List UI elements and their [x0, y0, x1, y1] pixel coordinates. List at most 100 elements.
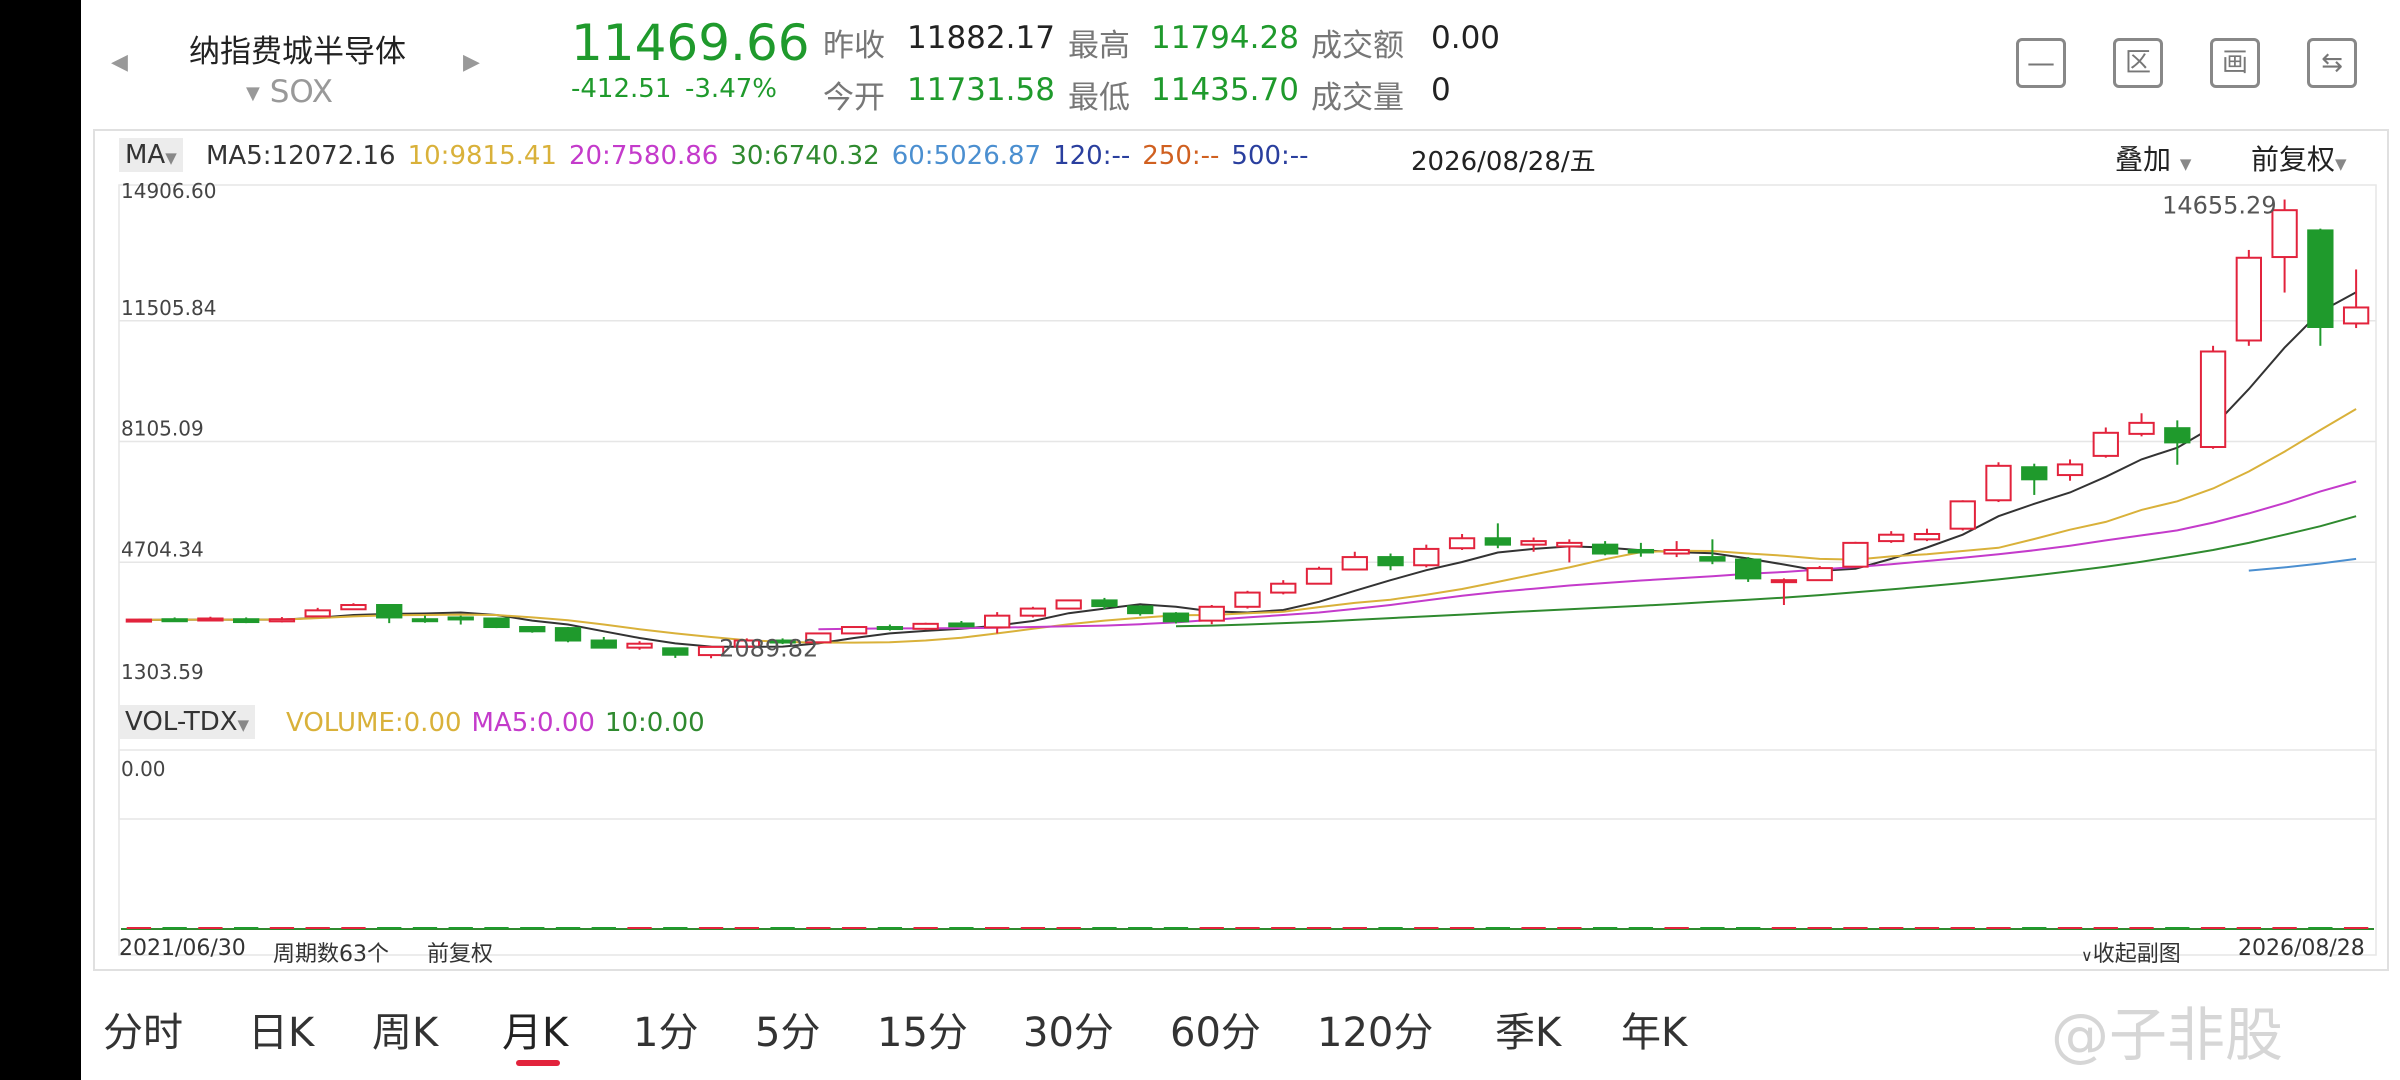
candle [1842, 541, 1869, 568]
price-axis-label: 4704.34 [121, 537, 204, 561]
candle [2164, 420, 2191, 465]
stock-code-selector[interactable]: ▼ SOX [246, 74, 333, 110]
draw-tool-icon[interactable]: 画 [2210, 38, 2260, 88]
tab-period[interactable]: 5分 [755, 1000, 820, 1058]
overlay-label: 叠加 [2115, 143, 2172, 176]
tab-period[interactable]: 15分 [877, 1000, 968, 1058]
current-price: 11469.66 [571, 14, 810, 72]
candle [1270, 580, 1297, 595]
ma-line-ma20 [818, 480, 2357, 631]
candle [876, 624, 904, 631]
stat-label-volume: 成交量 [1311, 80, 1404, 116]
volume-panel [118, 749, 2377, 956]
candle [340, 603, 367, 611]
tab-period[interactable]: 周K [372, 1000, 438, 1058]
candle [304, 607, 331, 618]
price-change-pct: -3.47% [685, 74, 777, 104]
candle [2056, 459, 2084, 481]
ma-legend-item: 120:-- [1053, 141, 1131, 171]
vol-indicator-select[interactable]: VOL-TDX▼ [119, 705, 256, 739]
period-count: 周期数63个 [273, 942, 389, 967]
candle [2128, 413, 2155, 437]
candle [2342, 269, 2370, 329]
active-tab-indicator [516, 1060, 560, 1066]
candle [411, 615, 439, 623]
candle [1055, 599, 1082, 610]
tab-period[interactable]: 年K [1621, 1000, 1687, 1058]
ma-legend-item: MA5:12072.16 [206, 141, 396, 171]
candle [483, 617, 510, 629]
stat-value-prev-close: 11882.17 [907, 20, 1055, 56]
stat-label-low: 最低 [1068, 80, 1130, 116]
candle [1878, 531, 1905, 543]
overlay-button[interactable]: 叠加 ▼ [2115, 138, 2191, 178]
tab-period[interactable]: 120分 [1317, 1000, 1433, 1058]
chart-end-date: 2026/08/28 [2238, 936, 2365, 961]
stat-value-turnover: 0.00 [1431, 20, 1501, 56]
candle [1663, 541, 1690, 558]
candle [2307, 228, 2334, 346]
rotate-screen-icon[interactable]: ⇆ [2307, 38, 2357, 88]
prev-stock-arrow-icon[interactable]: ◀ [111, 50, 128, 75]
chart-start-date: 2021/06/30 [119, 936, 246, 961]
high-annotation: 14655.29 [2162, 192, 2277, 220]
price-axis-label: 11505.84 [121, 296, 216, 320]
tab-period[interactable]: 月K [502, 1000, 568, 1058]
vol-legend-item: VOLUME:0.00 [286, 708, 462, 738]
ma-legend-item: 250:-- [1142, 141, 1220, 171]
adjust-label: 前复权 [2251, 143, 2336, 176]
adjust-button[interactable]: 前复权▼ [2251, 138, 2347, 178]
tab-period[interactable]: 分时 [103, 1000, 183, 1058]
vol-legend-item: 10:0.00 [604, 708, 705, 738]
stat-label-open: 今开 [823, 80, 885, 116]
candle [519, 626, 546, 633]
price-axis-label: 8105.09 [121, 417, 204, 441]
ma-indicator-select[interactable]: MA▼ [119, 138, 183, 172]
stat-value-high: 11794.28 [1151, 20, 1299, 56]
collapse-subchart-button[interactable]: ∨收起副图 [2081, 936, 2181, 968]
tab-period[interactable]: 1分 [633, 1000, 698, 1058]
candle [1949, 500, 1976, 531]
candle [233, 617, 260, 624]
candle [161, 617, 188, 623]
low-annotation: 2089.82 [719, 634, 818, 662]
current-date: 2026/08/28/五 [1411, 147, 1596, 177]
indicator-caret-icon: ▼ [165, 149, 177, 167]
price-change: -412.51 [571, 74, 672, 104]
candle [1019, 606, 1047, 618]
chart-adjust-label: 前复权 [427, 942, 494, 967]
next-stock-arrow-icon[interactable]: ▶ [463, 50, 480, 75]
candle [1127, 605, 1154, 616]
kline-chart[interactable]: 0.00 14906.60 11505.84 8105.09 4704.34 1303.… [81, 125, 2400, 975]
tab-period[interactable]: 季K [1495, 1000, 1561, 1058]
minimize-icon[interactable]: — [2016, 38, 2066, 88]
candle [1377, 553, 1404, 571]
candle [912, 622, 939, 630]
candle [1985, 462, 2012, 503]
watermark: @子非股 [2051, 1001, 2284, 1069]
overlay-caret-icon: ▼ [2179, 155, 2192, 173]
price-axis-label: 1303.59 [121, 660, 204, 684]
candle [1770, 578, 1798, 606]
tab-period[interactable]: 60分 [1170, 1000, 1261, 1058]
stat-value-open: 11731.58 [907, 72, 1055, 108]
ma-legend-item: 500:-- [1231, 141, 1309, 171]
stat-label-prev-close: 昨收 [823, 28, 885, 64]
tab-period[interactable]: 日K [248, 1000, 314, 1058]
volume-axis-label: 0.00 [121, 757, 166, 781]
range-select-icon[interactable]: 区 [2113, 38, 2163, 88]
candle [626, 641, 653, 650]
candle [840, 626, 868, 635]
tab-period[interactable]: 30分 [1023, 1000, 1114, 1058]
collapse-chevron-icon: ∨ [2081, 946, 2093, 965]
candle [1413, 544, 1440, 568]
adjust-caret-icon: ▼ [2335, 155, 2347, 173]
candle [125, 618, 153, 623]
ma-legend: MA5:12072.16 10:9815.41 20:7580.86 30:6740.… [206, 141, 1321, 171]
candle [2021, 463, 2048, 495]
candle [2199, 345, 2227, 449]
candle [376, 604, 403, 624]
ma-indicator-name: MA [125, 140, 166, 170]
candle [2092, 427, 2119, 458]
ma-line-ma60 [2248, 557, 2357, 572]
